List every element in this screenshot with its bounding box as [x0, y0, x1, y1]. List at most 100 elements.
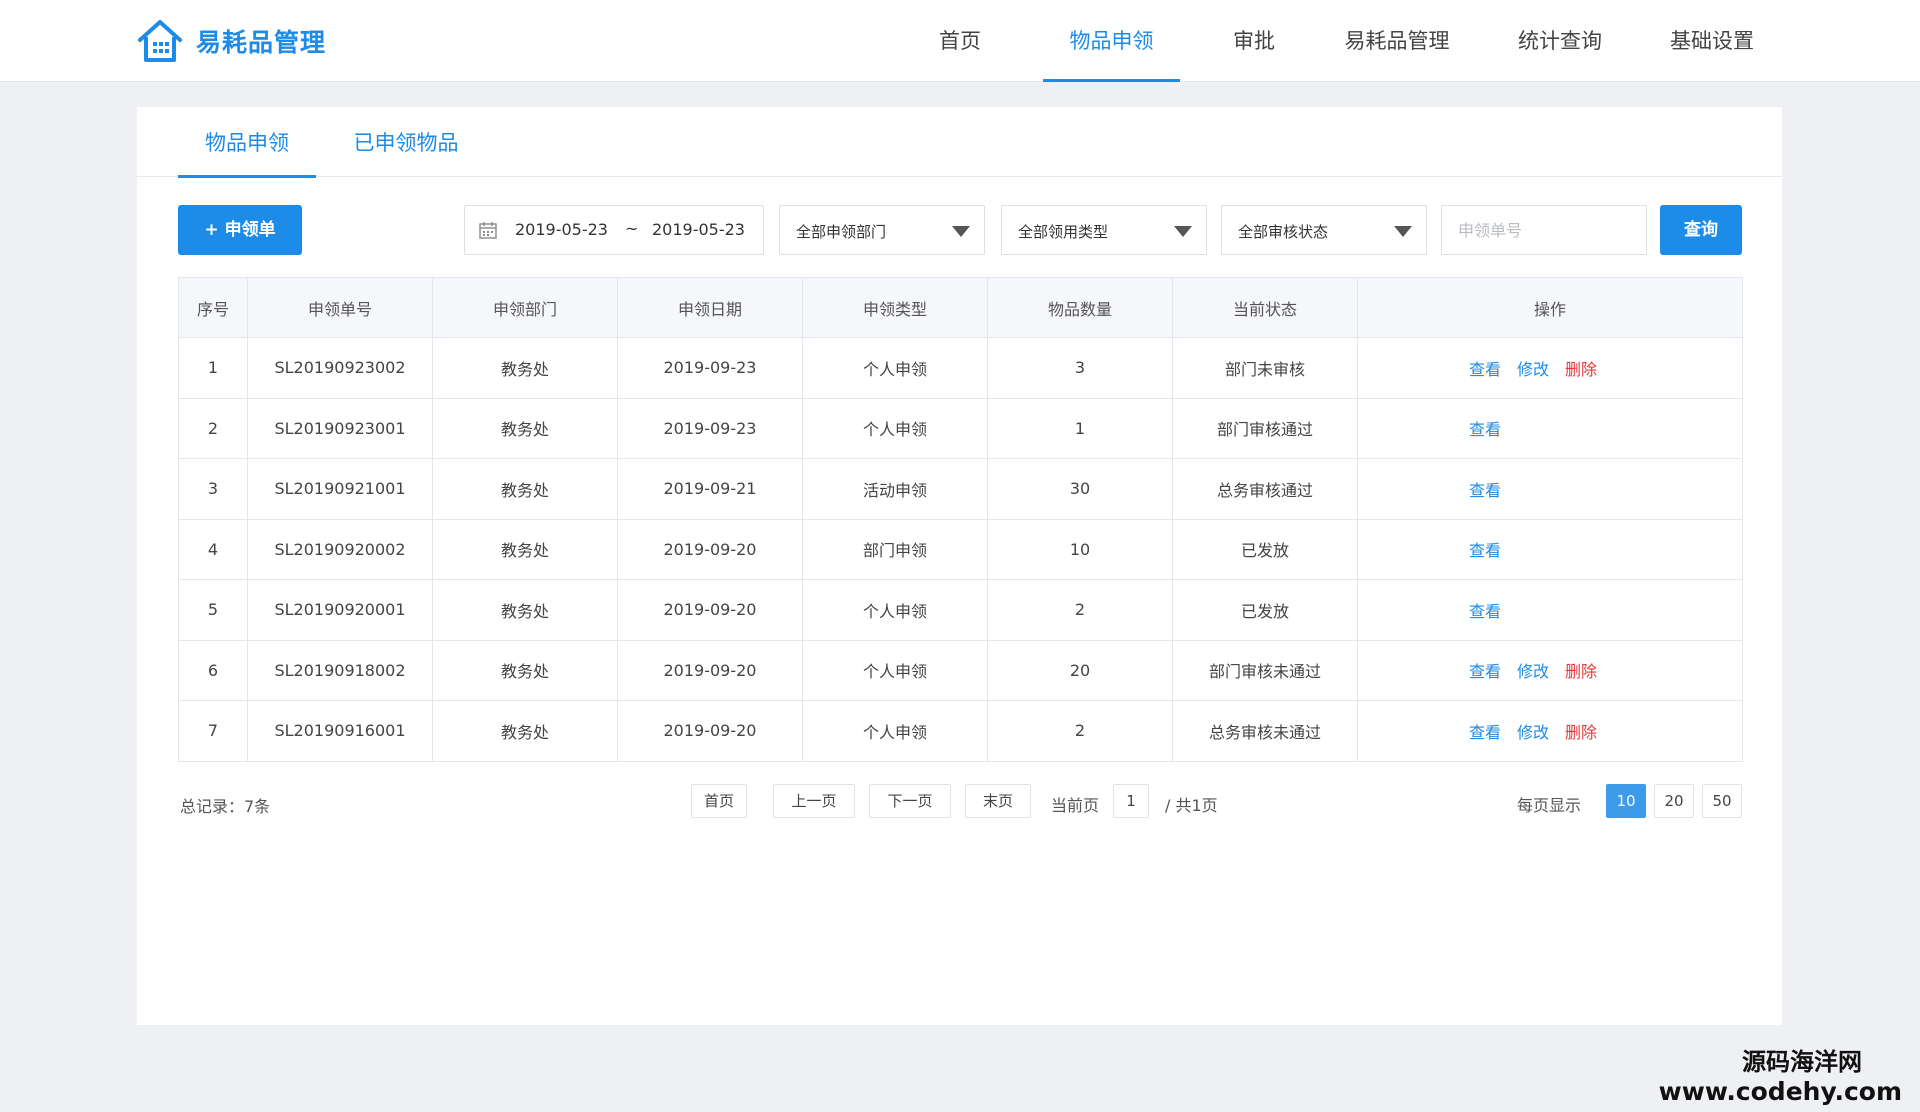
delete-link[interactable]: 删除	[1565, 658, 1597, 682]
cell-type: 部门申领	[802, 518, 988, 580]
view-link[interactable]: 查看	[1469, 477, 1501, 501]
cell-status: 部门未审核	[1172, 337, 1358, 399]
add-application-button[interactable]: + 申领单	[178, 205, 302, 255]
col-header-order: 申领单号	[247, 277, 433, 338]
page-size-50[interactable]: 50	[1702, 784, 1742, 818]
cell-status: 部门审核未通过	[1172, 639, 1358, 701]
cell-date: 2019-09-20	[617, 639, 803, 701]
first-page-button[interactable]: 首页	[691, 784, 747, 818]
order-number-input[interactable]	[1442, 206, 1646, 254]
nav-item-consumables[interactable]: 易耗品管理	[1327, 0, 1467, 82]
watermark: 源码海洋网 www.codehy.com	[1659, 1042, 1902, 1106]
cell-actions: 查看	[1357, 579, 1743, 641]
table-body: 1 SL20190923002 教务处 2019-09-23 个人申领 3 部门未审核 查看修…	[178, 337, 1743, 762]
next-page-button[interactable]: 下一页	[869, 784, 951, 818]
cell-quantity: 3	[987, 337, 1173, 399]
cell-department: 教务处	[432, 458, 618, 520]
department-select-value: 全部申领部门	[796, 223, 887, 241]
cell-no: 2	[178, 397, 248, 459]
nav-item-settings[interactable]: 基础设置	[1652, 0, 1772, 82]
view-link[interactable]: 查看	[1469, 537, 1501, 561]
status-select[interactable]: 全部审核状态	[1221, 205, 1427, 255]
cell-no: 3	[178, 458, 248, 520]
cell-department: 教务处	[432, 700, 618, 762]
cell-department: 教务处	[432, 579, 618, 641]
department-select[interactable]: 全部申领部门	[779, 205, 985, 255]
total-records: 总记录：7条	[180, 797, 271, 816]
cell-date: 2019-09-20	[617, 518, 803, 580]
app-logo[interactable]: 易耗品管理	[136, 18, 326, 64]
nav-item-home[interactable]: 首页	[920, 0, 1000, 82]
edit-link[interactable]: 修改	[1517, 719, 1549, 743]
col-header-no: 序号	[178, 277, 248, 338]
per-page-label: 每页显示	[1517, 796, 1582, 815]
cell-no: 4	[178, 518, 248, 580]
view-link[interactable]: 查看	[1469, 658, 1501, 682]
cell-department: 教务处	[432, 518, 618, 580]
prev-page-button[interactable]: 上一页	[773, 784, 855, 818]
view-link[interactable]: 查看	[1469, 598, 1501, 622]
cell-department: 教务处	[432, 337, 618, 399]
cell-type: 个人申领	[802, 700, 988, 762]
chevron-down-icon	[1394, 226, 1412, 237]
cell-no: 7	[178, 700, 248, 762]
main-panel: 物品申领 已申领物品 + 申领单 2019-05-23 ~ 2019-05-23…	[137, 107, 1782, 1025]
cell-status: 已发放	[1172, 518, 1358, 580]
cell-quantity: 2	[987, 700, 1173, 762]
view-link[interactable]: 查看	[1469, 356, 1501, 380]
cell-order-number: SL20190923002	[247, 337, 433, 399]
cell-department: 教务处	[432, 397, 618, 459]
current-page-input[interactable]: 1	[1113, 784, 1149, 818]
view-link[interactable]: 查看	[1469, 719, 1501, 743]
date-separator: ~	[625, 219, 639, 238]
tab-apply[interactable]: 物品申领	[178, 107, 316, 178]
watermark-line1: 源码海洋网	[1742, 1048, 1862, 1076]
col-header-status: 当前状态	[1172, 277, 1358, 338]
delete-link[interactable]: 删除	[1565, 356, 1597, 380]
delete-link[interactable]: 删除	[1565, 719, 1597, 743]
app-title: 易耗品管理	[196, 28, 327, 57]
nav-item-statistics[interactable]: 统计查询	[1500, 0, 1620, 82]
nav-item-apply[interactable]: 物品申领	[1043, 0, 1180, 82]
nav-item-approval[interactable]: 审批	[1214, 0, 1294, 82]
date-range-picker[interactable]: 2019-05-23 ~ 2019-05-23	[464, 205, 764, 255]
edit-link[interactable]: 修改	[1517, 356, 1549, 380]
cell-date: 2019-09-23	[617, 337, 803, 399]
cell-order-number: SL20190920001	[247, 579, 433, 641]
page-size-20[interactable]: 20	[1654, 784, 1694, 818]
table-header-row: 序号 申领单号 申领部门 申领日期 申领类型 物品数量 当前状态 操作	[178, 277, 1743, 338]
cell-date: 2019-09-21	[617, 458, 803, 520]
cell-actions: 查看 修改 删除	[1357, 700, 1743, 762]
watermark-line2: www.codehy.com	[1658, 1077, 1902, 1106]
cell-quantity: 20	[987, 639, 1173, 701]
application-table: 序号 申领单号 申领部门 申领日期 申领类型 物品数量 当前状态 操作 1 SL2…	[178, 277, 1743, 762]
col-header-date: 申领日期	[617, 277, 803, 338]
view-link[interactable]: 查看	[1469, 416, 1501, 440]
cell-quantity: 1	[987, 397, 1173, 459]
type-select-value: 全部领用类型	[1018, 223, 1109, 241]
cell-actions: 查看 修改 删除	[1357, 639, 1743, 701]
cell-order-number: SL20190920002	[247, 518, 433, 580]
current-page-label: 当前页	[1051, 796, 1100, 815]
table-row: 1 SL20190923002 教务处 2019-09-23 个人申领 3 部门未审核 查看修…	[178, 337, 1743, 399]
table-row: 3 SL20190921001 教务处 2019-09-21 活动申领 30 总务审核通过 查…	[178, 458, 1743, 520]
cell-no: 1	[178, 337, 248, 399]
cell-type: 活动申领	[802, 458, 988, 520]
tab-bar: 物品申领 已申领物品	[137, 107, 1782, 178]
cell-actions: 查看	[1357, 397, 1743, 459]
table-row: 7 SL20190916001 教务处 2019-09-20 个人申领 2 总务审核未通过查…	[178, 700, 1743, 762]
page-size-10[interactable]: 10	[1606, 784, 1646, 818]
table-row: 5 SL20190920001 教务处 2019-09-20 个人申领 2 已发放 查看	[178, 579, 1743, 641]
search-button[interactable]: 查询	[1660, 205, 1742, 255]
edit-link[interactable]: 修改	[1517, 658, 1549, 682]
last-page-button[interactable]: 末页	[965, 784, 1031, 818]
cell-quantity: 30	[987, 458, 1173, 520]
cell-actions: 查看 修改 删除	[1357, 337, 1743, 399]
type-select[interactable]: 全部领用类型	[1001, 205, 1207, 255]
cell-order-number: SL20190921001	[247, 458, 433, 520]
cell-date: 2019-09-20	[617, 700, 803, 762]
date-start: 2019-05-23	[515, 220, 608, 239]
cell-department: 教务处	[432, 639, 618, 701]
table-row: 4 SL20190920002 教务处 2019-09-20 部门申领 10 已发放 查看	[178, 518, 1743, 580]
tab-applied-items[interactable]: 已申领物品	[337, 107, 475, 177]
